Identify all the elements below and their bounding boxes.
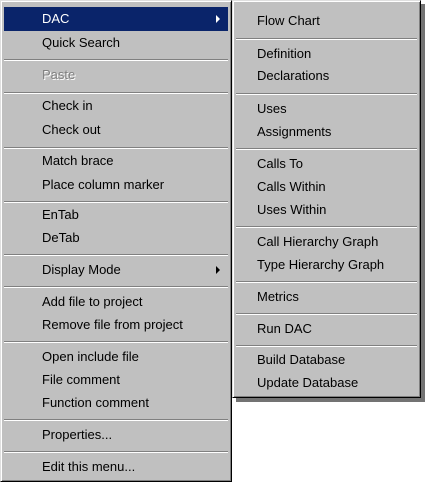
submenu-item-flow-chart[interactable]: Flow Chart — [236, 9, 417, 33]
menu-item-match-brace[interactable]: Match brace — [4, 149, 228, 173]
menu-separator — [236, 38, 417, 40]
menu-item-display-mode[interactable]: Display Mode — [4, 258, 228, 282]
menu-separator — [4, 341, 228, 343]
menu-item-label: Edit this menu... — [42, 459, 136, 474]
menu-item-label: Run DAC — [257, 321, 312, 336]
submenu-item-update-database[interactable]: Update Database — [236, 371, 417, 395]
dac-submenu: Flow Chart Definition Declarations Uses … — [232, 0, 421, 398]
menu-item-properties[interactable]: Properties... — [4, 423, 228, 447]
menu-item-open-include-file[interactable]: Open include file — [4, 345, 228, 369]
menu-separator — [236, 313, 417, 315]
menu-item-label: Definition — [257, 46, 312, 61]
menu-item-detab[interactable]: DeTab — [4, 226, 228, 250]
menu-item-quick-search[interactable]: Quick Search — [4, 31, 228, 55]
menu-separator — [236, 281, 417, 283]
menu-item-label: Quick Search — [42, 35, 121, 50]
menu-item-label: Check out — [42, 122, 101, 137]
menu-item-label: Build Database — [257, 352, 346, 367]
submenu-item-call-hierarchy-graph[interactable]: Call Hierarchy Graph — [236, 230, 417, 254]
menu-separator — [4, 59, 228, 61]
menu-item-add-file-to-project[interactable]: Add file to project — [4, 290, 228, 314]
menu-item-entab[interactable]: EnTab — [4, 203, 228, 227]
submenu-item-build-database[interactable]: Build Database — [236, 348, 417, 372]
submenu-item-run-dac[interactable]: Run DAC — [236, 317, 417, 341]
menu-item-label: DeTab — [42, 230, 80, 245]
submenu-item-definition[interactable]: Definition — [236, 42, 417, 66]
menu-item-label: Update Database — [257, 375, 359, 390]
menu-separator — [236, 226, 417, 228]
menu-item-check-in[interactable]: Check in — [4, 94, 228, 118]
submenu-arrow-icon — [216, 266, 220, 274]
menu-item-label: File comment — [42, 372, 121, 387]
menu-separator — [4, 419, 228, 421]
menu-separator — [236, 93, 417, 95]
menu-item-check-out[interactable]: Check out — [4, 118, 228, 142]
submenu-item-assignments[interactable]: Assignments — [236, 120, 417, 144]
submenu-item-calls-within[interactable]: Calls Within — [236, 175, 417, 199]
submenu-item-declarations[interactable]: Declarations — [236, 64, 417, 88]
menu-item-label: Calls Within — [257, 179, 326, 194]
menu-item-label: Metrics — [257, 289, 299, 304]
menu-item-label: Add file to project — [42, 294, 143, 309]
menu-item-label: Properties... — [42, 427, 113, 442]
menu-item-label: Open include file — [42, 349, 139, 364]
menu-separator — [236, 345, 417, 347]
context-menu: DAC Quick Search Paste Check in Check ou… — [0, 0, 232, 482]
menu-item-remove-file-from-project[interactable]: Remove file from project — [4, 313, 228, 337]
menu-item-edit-this-menu[interactable]: Edit this menu... — [4, 455, 228, 479]
menu-item-label: Call Hierarchy Graph — [257, 234, 379, 249]
submenu-arrow-icon — [216, 15, 220, 23]
menu-item-label: Function comment — [42, 395, 149, 410]
menu-item-label: Flow Chart — [257, 13, 320, 28]
menu-item-label: Remove file from project — [42, 317, 183, 332]
menu-separator — [4, 451, 228, 453]
menu-item-paste[interactable]: Paste — [4, 63, 228, 87]
submenu-item-uses[interactable]: Uses — [236, 97, 417, 121]
menu-item-label: Declarations — [257, 68, 330, 83]
menu-item-place-column-marker[interactable]: Place column marker — [4, 173, 228, 197]
menu-item-label: Assignments — [257, 124, 332, 139]
menu-item-file-comment[interactable]: File comment — [4, 368, 228, 392]
submenu-item-type-hierarchy-graph[interactable]: Type Hierarchy Graph — [236, 253, 417, 277]
menu-item-label: Display Mode — [42, 262, 121, 277]
submenu-item-uses-within[interactable]: Uses Within — [236, 198, 417, 222]
menu-item-label: Paste — [42, 67, 76, 82]
menu-item-dac[interactable]: DAC — [4, 7, 228, 31]
menu-item-label: Place column marker — [42, 177, 165, 192]
menu-separator — [236, 148, 417, 150]
menu-item-label: Type Hierarchy Graph — [257, 257, 385, 272]
menu-item-label: Calls To — [257, 156, 304, 171]
submenu-item-calls-to[interactable]: Calls To — [236, 152, 417, 176]
menu-separator — [4, 254, 228, 256]
menu-item-label: Check in — [42, 98, 93, 113]
menu-item-label: EnTab — [42, 207, 79, 222]
menu-item-label: Uses Within — [257, 202, 327, 217]
menu-item-function-comment[interactable]: Function comment — [4, 391, 228, 415]
menu-item-label: Match brace — [42, 153, 114, 168]
menu-separator — [4, 286, 228, 288]
menu-item-label: DAC — [42, 11, 70, 26]
menu-item-label: Uses — [257, 101, 287, 116]
submenu-item-metrics[interactable]: Metrics — [236, 285, 417, 309]
